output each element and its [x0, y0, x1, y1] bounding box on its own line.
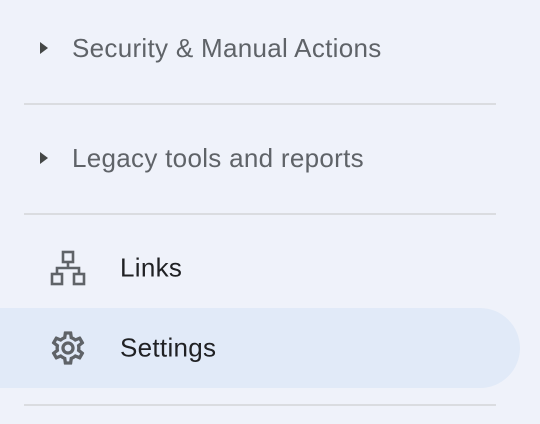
section-label: Security & Manual Actions — [72, 32, 382, 63]
sidebar-nav: Security & Manual Actions Legacy tools a… — [0, 0, 540, 424]
caret-right-icon — [37, 40, 51, 56]
caret-right-icon — [37, 150, 51, 166]
divider — [24, 213, 496, 215]
section-security-manual-actions[interactable]: Security & Manual Actions — [0, 18, 500, 78]
sidebar-item-links[interactable]: Links — [0, 228, 520, 308]
section-legacy-tools-reports[interactable]: Legacy tools and reports — [0, 128, 500, 188]
section-label: Legacy tools and reports — [72, 142, 364, 173]
gear-icon — [48, 328, 88, 368]
sidebar-item-label: Links — [120, 252, 183, 283]
sidebar-item-label: Settings — [120, 332, 217, 363]
sidebar-item-settings[interactable]: Settings — [0, 308, 520, 388]
divider — [24, 404, 496, 406]
links-tree-icon — [48, 248, 88, 288]
divider — [24, 103, 496, 105]
